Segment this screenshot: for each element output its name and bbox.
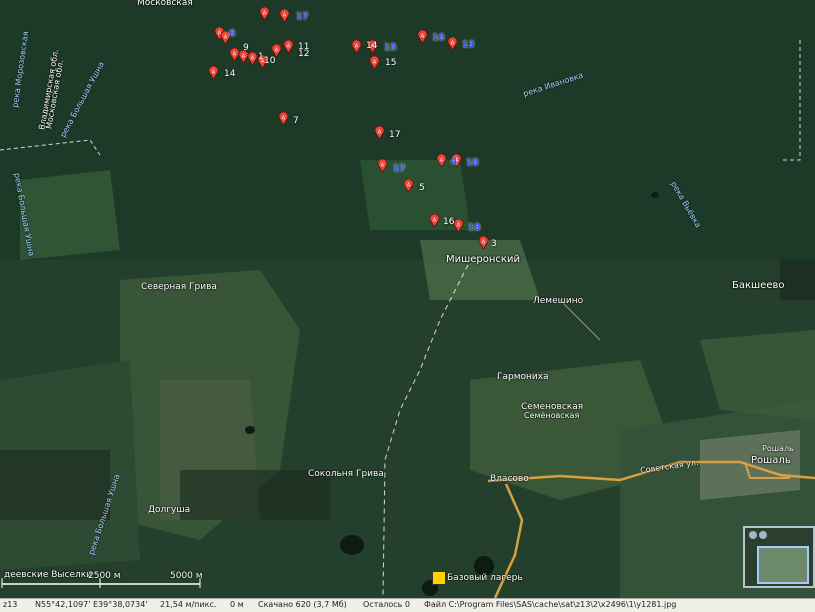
svg-text:A: A xyxy=(263,11,267,17)
marker-number-label: 17 xyxy=(296,12,309,22)
town-label-misheronsky: Мишеронский xyxy=(446,254,520,265)
marker-number-label: 9 xyxy=(243,43,249,53)
svg-text:A: A xyxy=(421,34,425,40)
marker-number-label: 15 xyxy=(384,43,397,53)
place-label: Лемешино xyxy=(533,296,584,306)
place-label: Долгуша xyxy=(148,505,191,515)
place-label: Московская xyxy=(137,0,193,8)
town-label-bakshee: Бакшеево xyxy=(732,280,785,291)
place-label: Рошаль xyxy=(762,444,794,453)
svg-text:A: A xyxy=(373,60,377,66)
map-marker-pin[interactable]: A xyxy=(403,179,414,193)
svg-text:A: A xyxy=(242,54,246,60)
marker-number-label: 12 xyxy=(298,49,310,59)
status-distance: 0 м xyxy=(230,600,244,609)
map-marker-pin[interactable]: A xyxy=(278,112,289,126)
status-downloaded: Скачано 620 (3,7 Мб) xyxy=(258,600,347,609)
marker-number-label: 6 xyxy=(229,29,236,39)
svg-text:A: A xyxy=(378,130,382,136)
map-marker-pin[interactable]: A xyxy=(374,126,385,140)
map-marker-pin[interactable]: A xyxy=(429,214,440,228)
minimap[interactable] xyxy=(743,526,815,588)
marker-number-label: 18 xyxy=(468,223,481,233)
marker-number-label: 3 xyxy=(491,239,497,249)
status-file: Файл C:\Program Files\SAS\cache\sat\z13\… xyxy=(424,600,677,609)
svg-text:A: A xyxy=(282,116,286,122)
svg-text:A: A xyxy=(233,52,237,58)
marker-number-label: 16 xyxy=(432,33,445,43)
svg-text:A: A xyxy=(451,41,455,47)
svg-text:A: A xyxy=(440,158,444,164)
marker-number-label: 14 xyxy=(224,69,236,79)
map-marker-pin[interactable]: A xyxy=(453,219,464,233)
place-label: Северная Грива xyxy=(141,282,217,292)
marker-number-label: 17 xyxy=(389,130,401,140)
map-marker-pin[interactable]: A xyxy=(377,159,388,173)
marker-number-label: 4 xyxy=(451,157,458,167)
zoom-in-icon[interactable] xyxy=(749,531,757,539)
map-marker-pin[interactable]: A xyxy=(259,7,270,21)
marker-number-label: 7 xyxy=(293,116,299,126)
svg-text:A: A xyxy=(433,218,437,224)
svg-text:A: A xyxy=(407,183,411,189)
status-remaining: Осталось 0 xyxy=(363,600,411,609)
svg-text:A: A xyxy=(251,56,255,62)
svg-text:A: A xyxy=(275,48,279,54)
marker-number-label: 13 xyxy=(462,40,475,50)
svg-text:A: A xyxy=(355,44,359,50)
marker-number-label: 18 xyxy=(466,158,479,168)
map-marker-pin[interactable]: A xyxy=(417,30,428,44)
svg-text:A: A xyxy=(212,70,216,76)
camp-icon[interactable] xyxy=(432,571,446,585)
map-marker-pin[interactable]: A xyxy=(283,40,294,54)
map-marker-pin[interactable]: A xyxy=(436,154,447,168)
map-marker-pin[interactable]: A xyxy=(351,40,362,54)
zoom-out-icon[interactable] xyxy=(759,531,767,539)
town-label-roshal: Рошаль xyxy=(751,455,791,466)
marker-number-label: 16 xyxy=(443,217,455,227)
svg-text:A: A xyxy=(224,35,228,41)
marker-number-label: 17 xyxy=(393,164,406,174)
svg-text:A: A xyxy=(381,163,385,169)
map-marker-pin[interactable]: A xyxy=(478,236,489,250)
svg-text:A: A xyxy=(287,44,291,50)
status-bar: z13 N55°42,1097' E39°38,0734' 21,54 м/пи… xyxy=(0,598,815,612)
marker-number-label: 1 xyxy=(258,52,264,62)
marker-number-label: 15 xyxy=(385,58,397,68)
map-marker-pin[interactable]: A xyxy=(447,37,458,51)
map-marker-pin[interactable]: A xyxy=(279,9,290,23)
map-marker-pin[interactable]: A xyxy=(208,66,219,80)
status-coords: N55°42,1097' E39°38,0734' xyxy=(35,600,148,609)
camp-label: Базовый лагерь xyxy=(447,573,523,583)
map-marker-pin[interactable]: A xyxy=(369,56,380,70)
place-label: Гармониха xyxy=(497,372,549,382)
status-resolution: 21,54 м/пикс. xyxy=(160,600,217,609)
svg-text:A: A xyxy=(457,223,461,229)
svg-text:A: A xyxy=(482,240,486,246)
marker-number-label: 14 xyxy=(366,41,378,51)
marker-number-label: 10 xyxy=(264,56,276,66)
place-label: Власово xyxy=(490,474,529,484)
minimap-viewport[interactable] xyxy=(757,546,809,584)
place-label: Сокольня Грива xyxy=(308,469,384,479)
status-zoom: z13 xyxy=(3,600,18,609)
scale-label-2500: 2500 м xyxy=(88,571,121,581)
marker-number-label: 5 xyxy=(419,183,425,193)
satellite-terrain xyxy=(0,0,815,598)
map-view[interactable]: Мишеронский Бакшеево Рошаль Северная Гри… xyxy=(0,0,815,598)
place-label: Семёновская xyxy=(524,411,580,420)
svg-text:A: A xyxy=(283,13,287,19)
scale-label-5000: 5000 м xyxy=(170,571,203,581)
